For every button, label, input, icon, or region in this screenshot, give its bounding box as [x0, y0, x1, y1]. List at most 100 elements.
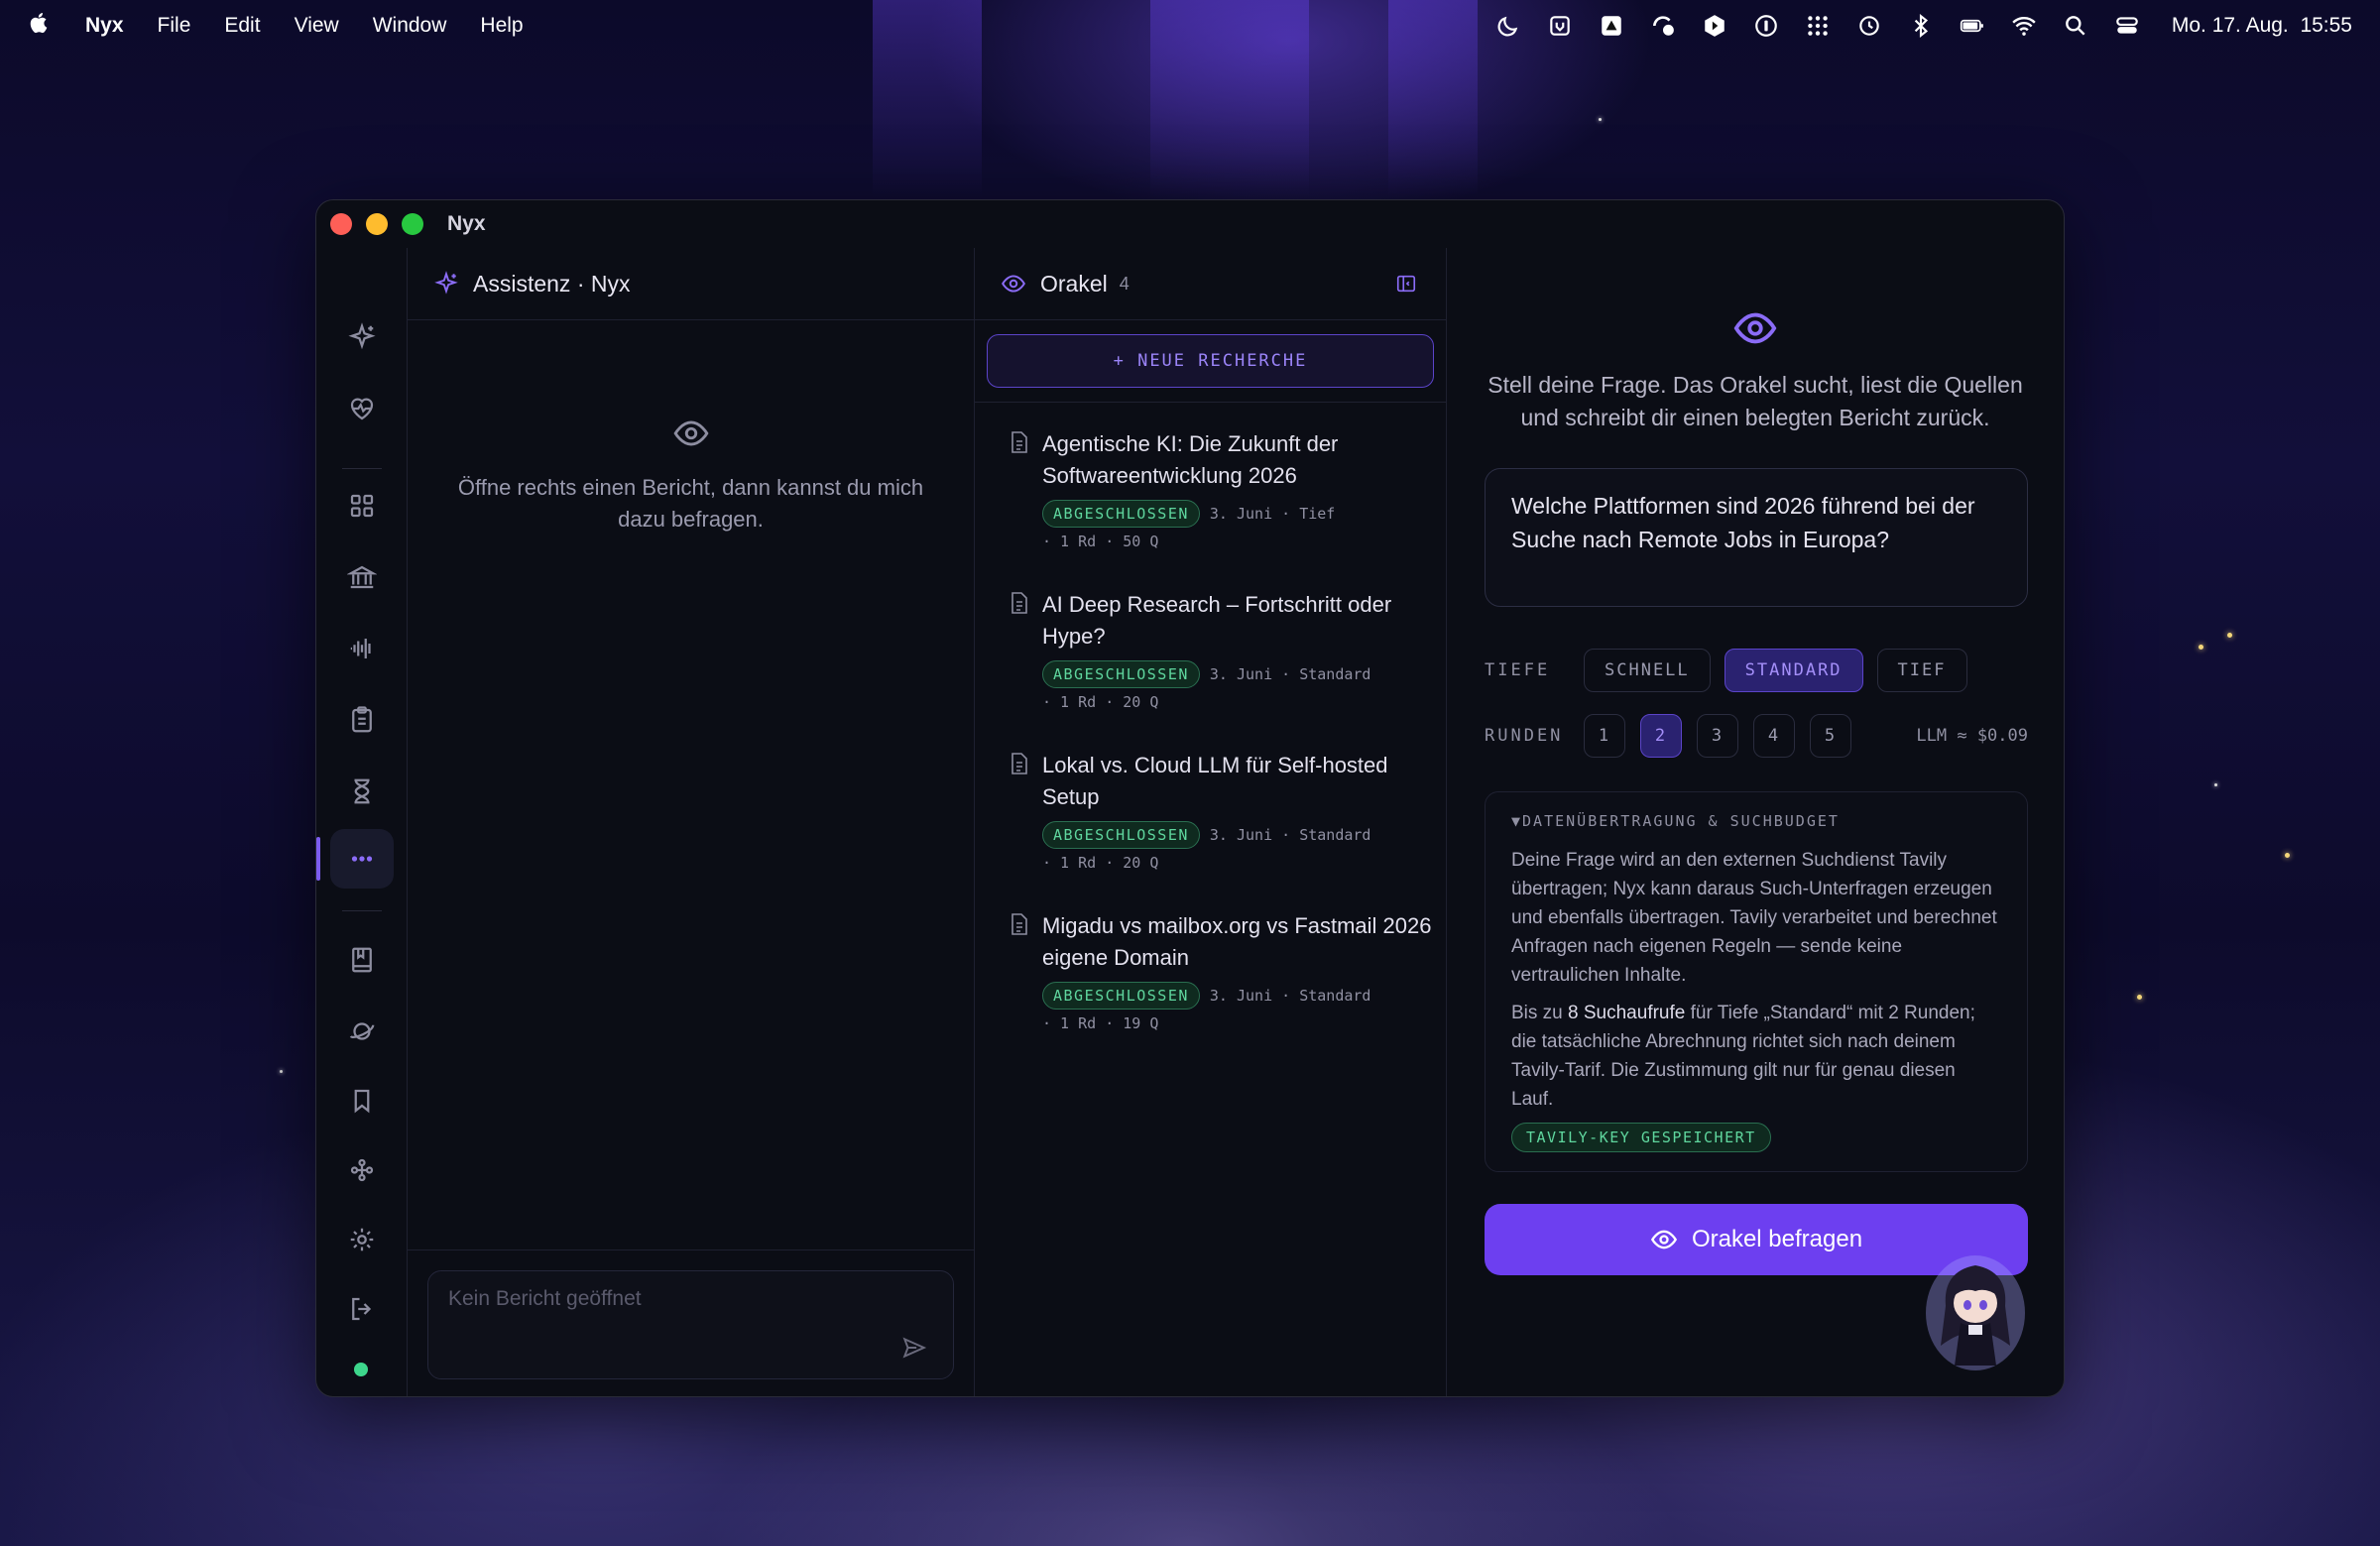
search-call-limit: 8 Suchaufrufe	[1568, 1003, 1686, 1023]
sidebar-item-workflows[interactable]	[330, 1140, 394, 1200]
vpn-shield-icon[interactable]	[1545, 11, 1575, 41]
depth-label: TIEFE	[1485, 660, 1551, 680]
status-badge: ABGESCHLOSSEN	[1042, 660, 1200, 688]
sidebar-item-logout[interactable]	[330, 1279, 394, 1339]
more-dots-icon	[351, 856, 373, 862]
question-textarea[interactable]: Welche Plattformen sind 2026 führend bei…	[1485, 468, 2028, 607]
sidebar-item-finance[interactable]	[330, 547, 394, 607]
spotlight-search-icon[interactable]	[2061, 11, 2090, 41]
report-meta: ABGESCHLOSSEN 3. Juni · Standard · 1 Rd ·…	[1042, 660, 1432, 716]
menu-view[interactable]: View	[295, 14, 339, 38]
rounds-option-5[interactable]: 5	[1810, 714, 1851, 758]
title-bar: Nyx	[316, 200, 2064, 248]
menu-edit[interactable]: Edit	[224, 14, 260, 38]
time-machine-icon[interactable]	[1854, 11, 1884, 41]
budget-text: Bis zu 8 Suchaufrufe für Tiefe „Standard…	[1511, 1003, 1975, 1110]
sparkle-icon	[434, 271, 458, 295]
report-title: Migadu vs mailbox.org vs Fastmail 2026 e…	[1042, 913, 1432, 970]
bank-icon	[347, 565, 377, 589]
sync-check-icon[interactable]	[1648, 11, 1678, 41]
sidebar-item-settings[interactable]	[330, 1210, 394, 1269]
sidebar-item-dashboard[interactable]	[330, 476, 394, 535]
report-item[interactable]: Agentische KI: Die Zukunft der Softwaree…	[1009, 428, 1432, 555]
report-rounds-queries: · 1 Rd · 20 Q	[1042, 854, 1159, 872]
collapse-panel-button[interactable]	[1392, 270, 1420, 297]
background-star	[2137, 995, 2142, 1000]
eye-icon	[1002, 275, 1025, 293]
new-research-button[interactable]: + NEUE RECHERCHE	[987, 334, 1434, 388]
sidebar-item-bookmarks[interactable]	[330, 1071, 394, 1130]
sidebar-item-explore[interactable]	[330, 1002, 394, 1061]
heart-pulse-icon	[350, 398, 374, 420]
depth-option-tief[interactable]: TIEF	[1876, 649, 1967, 692]
document-icon	[1009, 430, 1030, 454]
chat-input-placeholder: Kein Bericht geöffnet	[448, 1287, 642, 1310]
menu-bar-clock[interactable]: Mo. 17. Aug. 15:55	[2172, 14, 2352, 38]
sidebar-item-audio[interactable]	[330, 619, 394, 678]
status-badge: ABGESCHLOSSEN	[1042, 500, 1200, 528]
chat-input[interactable]: Kein Bericht geöffnet	[427, 1270, 954, 1379]
report-rounds-queries: · 1 Rd · 20 Q	[1042, 693, 1159, 711]
minimize-window-button[interactable]	[366, 213, 388, 235]
sparkle-icon	[348, 322, 376, 350]
assistant-empty-state: Öffne rechts einen Bericht, dann kannst …	[408, 415, 974, 535]
rounds-option-2[interactable]: 2	[1640, 714, 1682, 758]
status-badge: ABGESCHLOSSEN	[1042, 821, 1200, 849]
book-icon	[352, 947, 372, 973]
apple-menu-icon[interactable]	[28, 11, 52, 42]
grid-dots-icon[interactable]	[1803, 11, 1833, 41]
hexagon-app-icon[interactable]	[1700, 11, 1729, 41]
send-button[interactable]	[901, 1335, 931, 1365]
ask-oracle-label: Orakel befragen	[1691, 1226, 1863, 1252]
clipboard-icon	[352, 706, 372, 733]
depth-option-schnell[interactable]: SCHNELL	[1584, 649, 1711, 692]
background-star	[2285, 853, 2290, 858]
document-icon	[1009, 591, 1030, 615]
menu-app-name[interactable]: Nyx	[85, 14, 124, 38]
background-star	[1599, 118, 1602, 121]
consent-toggle[interactable]: ▼DATENÜBERTRAGUNG & SUCHBUDGET	[1511, 812, 2001, 830]
oracle-list-panel: Orakel 4 + NEUE RECHERCHE Agentische KI:…	[975, 248, 1447, 1396]
sidebar-item-health[interactable]	[330, 379, 394, 438]
sidebar-item-assistant[interactable]	[330, 307, 394, 367]
rounds-label: RUNDEN	[1485, 726, 1564, 746]
depth-option-standard[interactable]: STANDARD	[1724, 649, 1863, 692]
control-center-icon[interactable]	[2112, 11, 2142, 41]
rounds-option-3[interactable]: 3	[1697, 714, 1738, 758]
grid-icon	[350, 494, 374, 518]
report-item[interactable]: Migadu vs mailbox.org vs Fastmail 2026 e…	[1009, 910, 1432, 1037]
assistant-title: Assistenz · Nyx	[473, 270, 631, 297]
background-star	[280, 1070, 283, 1073]
password-manager-icon[interactable]	[1751, 11, 1781, 41]
sidebar-item-more[interactable]	[330, 829, 394, 889]
rounds-option-1[interactable]: 1	[1584, 714, 1625, 758]
moon-icon[interactable]	[1493, 11, 1523, 41]
sidebar-item-timer[interactable]	[330, 762, 394, 821]
assistant-header: Assistenz · Nyx	[408, 248, 974, 320]
assistant-footer: Kein Bericht geöffnet	[408, 1249, 974, 1396]
zoom-window-button[interactable]	[402, 213, 423, 235]
report-meta: ABGESCHLOSSEN 3. Juni · Standard · 1 Rd ·…	[1042, 821, 1432, 877]
menu-window[interactable]: Window	[373, 14, 447, 38]
sidebar-item-tasks[interactable]	[330, 690, 394, 750]
close-window-button[interactable]	[330, 213, 352, 235]
llm-cost-estimate: LLM ≈ $0.09	[1916, 726, 2028, 746]
report-count: 4	[1119, 273, 1130, 294]
drive-icon[interactable]	[1597, 11, 1626, 41]
report-item[interactable]: Lokal vs. Cloud LLM für Self-hosted Setu…	[1009, 750, 1432, 877]
battery-icon[interactable]	[1958, 11, 1987, 41]
rounds-option-4[interactable]: 4	[1753, 714, 1795, 758]
report-title: Agentische KI: Die Zukunft der Softwaree…	[1042, 431, 1339, 488]
menu-file[interactable]: File	[158, 14, 191, 38]
report-title: AI Deep Research – Fortschritt oder Hype…	[1042, 592, 1392, 649]
wifi-icon[interactable]	[2009, 11, 2039, 41]
sidebar-item-library[interactable]	[330, 930, 394, 990]
report-date-depth: 3. Juni · Standard	[1209, 665, 1371, 683]
report-item[interactable]: AI Deep Research – Fortschritt oder Hype…	[1009, 589, 1432, 716]
consent-box: ▼DATENÜBERTRAGUNG & SUCHBUDGET Deine Fra…	[1485, 791, 2028, 1172]
window-title: Nyx	[447, 212, 486, 235]
depth-selector: TIEFE SCHNELL STANDARD TIEF	[1485, 649, 2028, 692]
mascot-avatar[interactable]	[1921, 1251, 2030, 1375]
menu-help[interactable]: Help	[480, 14, 523, 38]
bluetooth-icon[interactable]	[1906, 11, 1936, 41]
